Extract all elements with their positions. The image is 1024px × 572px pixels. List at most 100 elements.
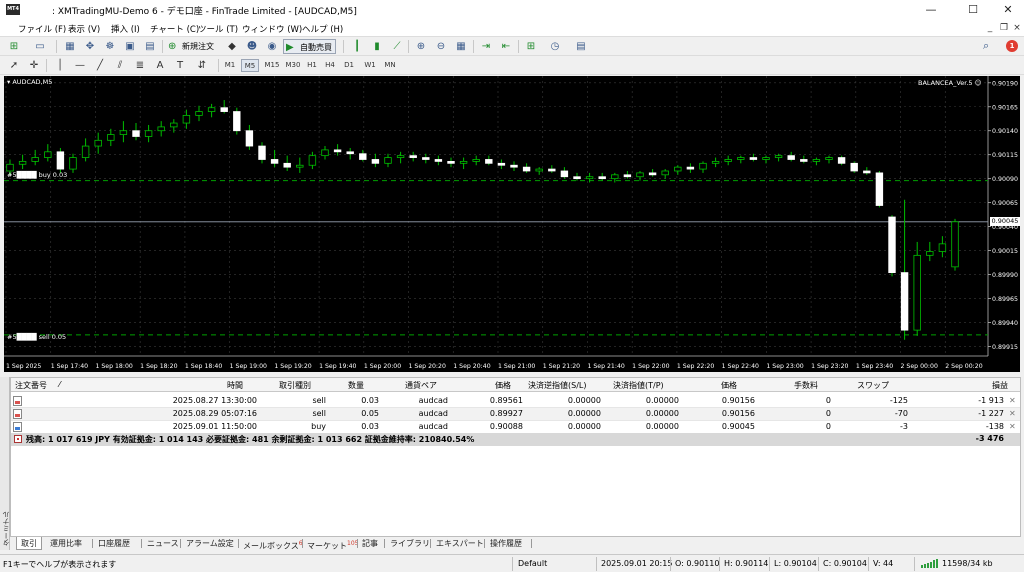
text-icon[interactable]: A [152, 58, 168, 73]
profiles-icon[interactable]: ▭ [32, 39, 48, 54]
col-type[interactable]: 取引種別 [279, 380, 311, 391]
metaeditor-icon[interactable]: ◆ [224, 39, 240, 54]
x-tick-label: 1 Sep 20:00 [364, 363, 401, 370]
trendline-icon[interactable]: ╱ [92, 58, 108, 73]
indicators-icon[interactable]: ⊞ [523, 39, 539, 54]
periods-icon[interactable]: ◷ [547, 39, 563, 54]
timeframe-d1[interactable]: D1 [341, 59, 357, 72]
templates-icon[interactable]: ▤ [573, 39, 589, 54]
table-row[interactable]: 2025.08.27 13:30:00 sell 0.03 audcad 0.8… [11, 395, 1020, 408]
col-profit[interactable]: 損益 [992, 380, 1008, 391]
col-commission[interactable]: 手数料 [794, 380, 818, 391]
timeframe-mn[interactable]: MN [381, 59, 399, 72]
signals-icon[interactable]: ◉ [264, 39, 280, 54]
col-price[interactable]: 価格 [495, 380, 511, 391]
search-icon[interactable]: ⌕ [983, 39, 989, 53]
crosshair-icon[interactable]: ✛ [26, 58, 42, 73]
data-window-icon[interactable]: ✥ [82, 39, 98, 54]
timeframe-h4[interactable]: H4 [322, 59, 338, 72]
close-order-icon[interactable]: ✕ [1009, 396, 1016, 405]
menu-chart[interactable]: チャート (C) [150, 23, 199, 35]
fibonacci-icon[interactable]: ≣ [132, 58, 148, 73]
navigator-icon[interactable]: ☸ [102, 39, 118, 54]
community-icon[interactable]: ☻ [244, 39, 260, 54]
new-chart-icon[interactable]: ⊞ [6, 39, 22, 54]
col-sl[interactable]: 決済逆指値(S/L) [528, 380, 586, 391]
bear-candle [220, 107, 228, 112]
table-row[interactable]: 2025.08.29 05:07:16 sell 0.05 audcad 0.8… [11, 408, 1020, 421]
candlestick-icon[interactable]: ▮ [369, 39, 385, 54]
tab-market[interactable]: マーケット105 [307, 537, 358, 551]
app-logo-icon: MT4 [6, 4, 20, 15]
timeframe-m1[interactable]: M1 [222, 59, 238, 72]
status-low: L: 0.90104 [774, 559, 817, 568]
timeframe-m5[interactable]: M5 [241, 59, 259, 72]
timeframe-h1[interactable]: H1 [304, 59, 320, 72]
strategy-tester-icon[interactable]: ▤ [142, 39, 158, 54]
equidistant-channel-icon[interactable]: ⫽ [112, 58, 128, 73]
bull-candle [296, 164, 304, 168]
tab-journal[interactable]: 操作履歴 [490, 537, 522, 550]
menu-help[interactable]: ヘルプ (H) [302, 23, 343, 35]
auto-trading-button[interactable]: ▶ 自動売買 [283, 39, 336, 54]
tile-windows-icon[interactable]: ▦ [453, 39, 469, 54]
bar-chart-icon[interactable]: ┃ [349, 39, 365, 54]
bull-candle [825, 157, 833, 160]
tab-mailbox[interactable]: メールボックス6 [243, 537, 303, 551]
line-chart-icon[interactable]: ⟋ [389, 39, 405, 54]
col-ticket[interactable]: 注文番号 [15, 380, 47, 391]
mdi-restore-icon[interactable]: ❐ [998, 22, 1010, 34]
col-size[interactable]: 数量 [348, 380, 364, 391]
zoom-out-icon[interactable]: ⊖ [433, 39, 449, 54]
tab-alerts[interactable]: アラーム設定 [186, 537, 234, 550]
close-order-icon[interactable]: ✕ [1009, 422, 1016, 431]
cell-commission: 0 [825, 396, 831, 405]
tab-exposure[interactable]: 運用比率 [50, 537, 82, 550]
mdi-minimize-icon[interactable]: _ [984, 22, 996, 34]
auto-scroll-icon[interactable]: ⇥ [478, 39, 494, 54]
title-bar: MT4 : XMTradingMU-Demo 6 - デモ口座 - FinTra… [0, 0, 1024, 20]
horizontal-line-icon[interactable]: — [72, 58, 88, 73]
bull-candle [711, 161, 720, 164]
terminal-icon[interactable]: ▣ [122, 39, 138, 54]
chart-shift-icon[interactable]: ⇤ [498, 39, 514, 54]
price-chart[interactable]: 0.90190 0.90165 0.90140 0.90115 0.90090 0.900… [4, 76, 1020, 372]
menu-window[interactable]: ウィンドウ (W) [242, 23, 302, 35]
timeframe-m15[interactable]: M15 [262, 59, 282, 72]
mdi-close-icon[interactable]: × [1011, 22, 1023, 34]
menu-insert[interactable]: 挿入 (I) [111, 23, 140, 35]
terminal-side-tab[interactable]: ターミナル [0, 377, 10, 550]
close-order-icon[interactable]: ✕ [1009, 409, 1016, 418]
tab-trade[interactable]: 取引 [16, 537, 42, 550]
tab-account-history[interactable]: 口座履歴 [98, 537, 130, 550]
maximize-button[interactable]: ☐ [958, 2, 988, 18]
status-bar: F1キーでヘルプが表示されます Default 2025.09.01 20:15… [0, 554, 1024, 572]
arrows-icon[interactable]: ⇵ [194, 58, 210, 73]
text-label-icon[interactable]: T [172, 58, 188, 73]
close-button[interactable]: ✕ [993, 2, 1023, 18]
cell-swap: -3 [900, 422, 908, 431]
menu-file[interactable]: ファイル (F) [18, 23, 66, 35]
col-symbol[interactable]: 通貨ペア [405, 380, 437, 391]
tab-news[interactable]: ニュース [147, 537, 179, 550]
status-profile[interactable]: Default [518, 559, 547, 568]
menu-tools[interactable]: ツール (T) [198, 23, 238, 35]
vertical-line-icon[interactable]: │ [52, 58, 68, 73]
timeframe-w1[interactable]: W1 [361, 59, 379, 72]
col-swap[interactable]: スワップ [857, 380, 889, 391]
timeframe-m30[interactable]: M30 [283, 59, 303, 72]
zoom-in-icon[interactable]: ⊕ [413, 39, 429, 54]
tab-library[interactable]: ライブラリ [390, 537, 430, 550]
new-order-button[interactable]: ⊕ 新規注文 [166, 39, 217, 54]
col-time[interactable]: 時間 [227, 380, 243, 391]
market-watch-icon[interactable]: ▦ [62, 39, 78, 54]
menu-view[interactable]: 表示 (V) [68, 23, 100, 35]
col-current-price[interactable]: 価格 [721, 380, 737, 391]
tab-articles[interactable]: 記事 [362, 537, 378, 550]
tab-experts[interactable]: エキスパート [436, 537, 484, 550]
cursor-icon[interactable]: ➚ [6, 58, 22, 73]
bear-candle [422, 157, 430, 160]
notification-badge[interactable]: 1 [1006, 40, 1018, 52]
minimize-button[interactable]: — [916, 2, 946, 18]
col-tp[interactable]: 決済指値(T/P) [613, 380, 664, 391]
